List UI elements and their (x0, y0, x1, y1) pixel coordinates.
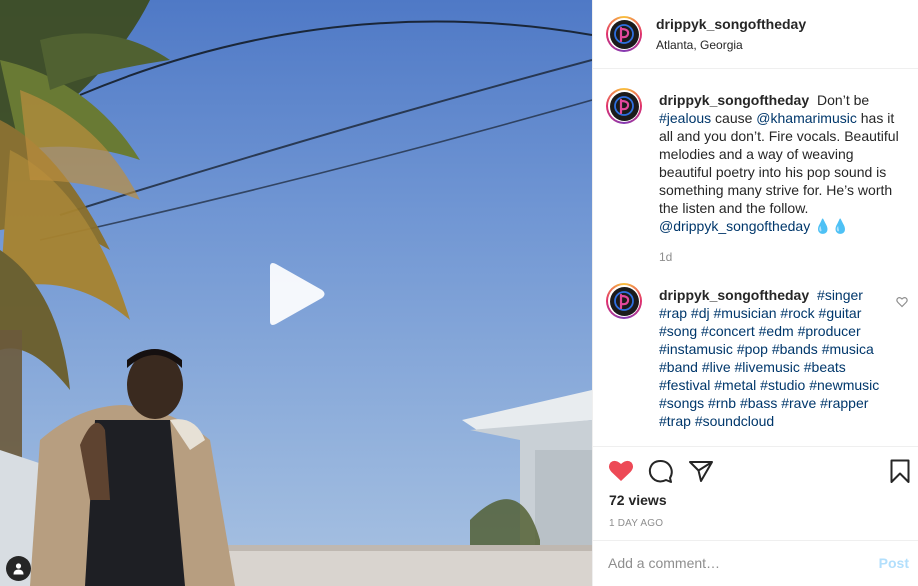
hashtag-link[interactable]: #rap (659, 305, 687, 321)
play-button[interactable] (262, 261, 328, 327)
avatar[interactable] (606, 283, 642, 319)
person-figure (30, 349, 235, 586)
comment-button[interactable] (648, 459, 673, 489)
hashtag-link[interactable]: #rnb (708, 395, 736, 411)
post-comment-button[interactable]: Post (879, 555, 909, 571)
play-icon (270, 263, 325, 325)
hashtag-link[interactable]: #festival (659, 377, 710, 393)
hashtag-link[interactable]: #musician (714, 305, 777, 321)
comment-input[interactable] (608, 555, 858, 571)
drippyk-logo-icon (614, 291, 634, 311)
action-bar: 72 views 1 DAY AGO (593, 446, 918, 540)
comment-icon (648, 460, 673, 483)
heart-icon (608, 460, 634, 481)
paper-plane-icon (689, 461, 713, 482)
avatar[interactable] (606, 16, 642, 52)
share-button[interactable] (689, 460, 713, 488)
hashtag-link[interactable]: #rapper (820, 395, 868, 411)
hashtag-link[interactable]: #trap (659, 413, 691, 429)
view-count[interactable]: 72 views (609, 492, 667, 508)
comments-list[interactable]: drippyk_songoftheday Don’t be #jealous c… (593, 70, 918, 446)
caption-username[interactable]: drippyk_songoftheday (659, 92, 809, 108)
hashtag-link[interactable]: #soundcloud (695, 413, 774, 429)
hashtag-link[interactable]: #live (702, 359, 731, 375)
hashtag-link[interactable]: #song (659, 323, 697, 339)
drippyk-logo-icon (614, 96, 634, 116)
hashtag-link[interactable]: #pop (737, 341, 768, 357)
caption-comment: drippyk_songoftheday Don’t be #jealous c… (606, 88, 906, 266)
caption-time[interactable]: 1d (659, 248, 899, 266)
mention-link[interactable]: @drippyk_songoftheday (659, 218, 810, 234)
hashtag-link[interactable]: #concert (701, 323, 755, 339)
drippyk-logo-icon (614, 24, 634, 44)
hashtag-link[interactable]: #jealous (659, 110, 711, 126)
hashtag-link[interactable]: #songs (659, 395, 704, 411)
hashtag-link[interactable]: #edm (759, 323, 794, 339)
droplet-emoji: 💧💧 (814, 218, 849, 234)
save-button[interactable] (890, 459, 910, 489)
hashtag-link[interactable]: #singer (817, 287, 863, 303)
hashtag-link[interactable]: #metal (714, 377, 756, 393)
caption-text-1: Don’t be (817, 92, 870, 108)
post-header: drippyk_songoftheday Atlanta, Georgia (593, 0, 918, 69)
comment-like-button[interactable] (896, 295, 908, 308)
header-location[interactable]: Atlanta, Georgia (656, 38, 806, 52)
comment-username[interactable]: drippyk_songoftheday (659, 287, 809, 303)
hashtag-link[interactable]: #band (659, 359, 698, 375)
hashtag-link[interactable]: #newmusic (809, 377, 879, 393)
post-date[interactable]: 1 DAY AGO (609, 518, 663, 529)
hashtag-link[interactable]: #guitar (819, 305, 862, 321)
hashtag-link[interactable]: #musica (822, 341, 874, 357)
hashtag-link[interactable]: #studio (760, 377, 805, 393)
comment-composer: Post (593, 540, 918, 586)
hashtag-comment: drippyk_songoftheday #singer #rap #dj #m… (606, 283, 908, 430)
hashtag-link[interactable]: #instamusic (659, 341, 733, 357)
avatar[interactable] (606, 88, 642, 124)
header-username[interactable]: drippyk_songoftheday (656, 16, 806, 32)
bookmark-icon (890, 459, 910, 483)
mention-link[interactable]: @khamarimusic (756, 110, 857, 126)
hashtag-link[interactable]: #bass (740, 395, 777, 411)
hashtag-link[interactable]: #rave (781, 395, 816, 411)
post-media[interactable] (0, 0, 592, 586)
hashtag-link[interactable]: #dj (691, 305, 710, 321)
hashtag-link[interactable]: #livemusic (735, 359, 800, 375)
hashtag-link[interactable]: #producer (798, 323, 861, 339)
user-tag-icon (13, 563, 24, 575)
hashtag-link[interactable]: #beats (804, 359, 846, 375)
hashtag-link[interactable]: #bands (772, 341, 818, 357)
caption-text-2: cause (715, 110, 753, 126)
heart-outline-icon (896, 297, 908, 308)
post-side-panel: drippyk_songoftheday Atlanta, Georgia dr… (592, 0, 918, 586)
hashtag-link[interactable]: #rock (780, 305, 814, 321)
tagged-users-button[interactable] (6, 556, 31, 581)
like-button[interactable] (608, 459, 634, 488)
